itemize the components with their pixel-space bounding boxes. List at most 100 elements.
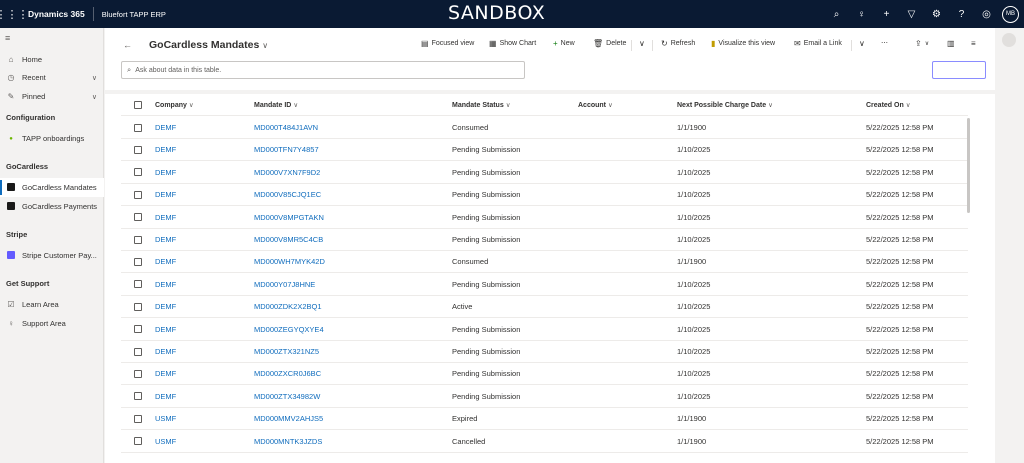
table-cell[interactable]: MD000V85CJQ1EC [254, 190, 321, 199]
row-checkbox[interactable] [134, 257, 142, 266]
table-row[interactable]: DEMF MD000ZEGYQXYE4 Pending Submission 1/10… [121, 319, 968, 341]
table-cell[interactable]: MD000TFN7Y4857 [254, 145, 319, 154]
table-cell[interactable]: MD000MMV2AHJS5 [254, 414, 323, 423]
table-cell[interactable]: DEMF [155, 190, 176, 199]
edit-filters-button[interactable]: ≡ [971, 39, 979, 48]
chevron-down-icon[interactable]: ∨ [262, 41, 268, 50]
sidebar-item-learn-area[interactable]: ☑ Learn Area [0, 295, 104, 314]
table-cell[interactable]: DEMF [155, 392, 176, 401]
row-checkbox[interactable] [134, 302, 142, 311]
table-row[interactable]: DEMF MD000ZTX34982W Pending Submission 1/10… [121, 386, 968, 408]
table-cell[interactable]: DEMF [155, 145, 176, 154]
table-row[interactable]: DEMF MD000ZTX321NZ5 Pending Submission 1/10… [121, 341, 968, 363]
brand-name[interactable]: Dynamics 365 [28, 7, 94, 21]
column-header-mandate-id[interactable]: Mandate ID ∨ [254, 101, 298, 109]
column-header-created-on[interactable]: Created On ∨ [866, 101, 911, 109]
table-cell[interactable]: DEMF [155, 369, 176, 378]
table-row[interactable]: DEMF MD000TFN7Y4857 Pending Submission 1/10… [121, 139, 968, 162]
sidebar-item-gocardless-payments[interactable]: GoCardless Payments [0, 197, 104, 216]
sidebar-item-stripe-customer-payments[interactable]: Stripe Customer Pay... [0, 246, 104, 265]
table-cell[interactable]: DEMF [155, 213, 176, 222]
email-link-button[interactable]: ✉ Email a Link [794, 39, 842, 48]
edit-columns-button[interactable]: ▥ [947, 39, 958, 48]
table-cell[interactable]: MD000WH7MYK42D [254, 257, 325, 266]
share-button[interactable]: ⇪ ∨ [915, 39, 932, 48]
table-cell[interactable]: MD000Y07J8HNE [254, 280, 315, 289]
table-row[interactable]: DEMF MD000Y07J8HNE Pending Submission 1/10/… [121, 274, 968, 296]
app-name[interactable]: Bluefort TAPP ERP [102, 10, 166, 19]
row-checkbox[interactable] [134, 123, 142, 132]
table-cell[interactable]: DEMF [155, 123, 176, 132]
table-row[interactable]: DEMF MD000V85CJQ1EC Pending Submission 1/10… [121, 184, 968, 207]
row-checkbox[interactable] [134, 145, 142, 154]
help-icon[interactable]: ? [949, 9, 974, 20]
avatar[interactable]: MB [1002, 5, 1019, 23]
table-cell[interactable]: MD000MNTK3JZDS [254, 437, 322, 446]
vertical-scrollbar[interactable] [967, 118, 970, 213]
table-cell[interactable]: DEMF [155, 235, 176, 244]
sidebar-item-tapp-onboardings[interactable]: ● TAPP onboardings [0, 129, 104, 148]
filter-by-keyword-input[interactable] [932, 61, 986, 79]
row-checkbox[interactable] [134, 369, 142, 378]
table-cell[interactable]: USMF [155, 437, 176, 446]
row-checkbox[interactable] [134, 347, 142, 356]
plus-icon[interactable]: + [874, 9, 899, 20]
table-cell[interactable]: DEMF [155, 302, 176, 311]
select-all-checkbox[interactable] [134, 100, 142, 109]
new-button[interactable]: + New [553, 39, 575, 48]
table-cell[interactable]: MD000V7XN7F9D2 [254, 168, 320, 177]
delete-dropdown[interactable]: ∨ [639, 39, 648, 48]
table-row[interactable]: DEMF MD000V7XN7F9D2 Pending Submission 1/10… [121, 162, 968, 184]
sidebar-item-gocardless-mandates[interactable]: GoCardless Mandates [0, 178, 104, 197]
table-cell[interactable]: MD000T484J1AVN [254, 123, 318, 132]
back-arrow-icon[interactable]: ← [123, 40, 132, 50]
visualize-button[interactable]: ▮ Visualize this view [711, 39, 775, 48]
hamburger-icon[interactable]: ≡ [5, 33, 10, 43]
gear-icon[interactable]: ⚙ [924, 9, 949, 20]
row-checkbox[interactable] [134, 414, 142, 423]
table-cell[interactable]: MD000V8MPGTAKN [254, 213, 324, 222]
table-row[interactable]: DEMF MD000ZDK2X2BQ1 Active 1/10/2025 5/22/20… [121, 296, 968, 319]
table-cell[interactable]: USMF [155, 414, 176, 423]
row-checkbox[interactable] [134, 280, 142, 289]
show-chart-button[interactable]: ▦ Show Chart [489, 39, 536, 48]
row-checkbox[interactable] [134, 437, 142, 446]
table-row[interactable]: DEMF MD000ZXCR0J6BC Pending Submission 1/10… [121, 363, 968, 386]
row-checkbox[interactable] [134, 213, 142, 222]
copilot-icon[interactable]: ◎ [974, 9, 999, 20]
app-launcher-icon[interactable]: ⋮⋮⋮ [0, 8, 29, 21]
filter-icon[interactable]: ▽ [899, 9, 924, 20]
side-pane-button[interactable] [1002, 33, 1016, 47]
sidebar-item-support-area[interactable]: ♀ Support Area [0, 314, 104, 333]
row-checkbox[interactable] [134, 325, 142, 334]
table-cell[interactable]: DEMF [155, 168, 176, 177]
table-cell[interactable]: DEMF [155, 325, 176, 334]
refresh-button[interactable]: ↻ Refresh [661, 39, 695, 48]
column-header-mandate-status[interactable]: Mandate Status ∨ [452, 101, 511, 109]
table-row[interactable]: DEMF MD000V8MPGTAKN Pending Submission 1/10… [121, 207, 968, 229]
sidebar-item-recent[interactable]: ◷ Recent ∨ [0, 68, 104, 87]
sidebar-item-pinned[interactable]: ✎ Pinned ∨ [0, 87, 104, 106]
table-cell[interactable]: MD000ZDK2X2BQ1 [254, 302, 322, 311]
table-cell[interactable]: MD000ZTX34982W [254, 392, 320, 401]
table-cell[interactable]: MD000ZXCR0J6BC [254, 369, 321, 378]
table-row[interactable]: DEMF MD000WH7MYK42D Consumed 1/1/1900 5/22/2… [121, 251, 968, 274]
table-row[interactable]: DEMF MD000V8MR5C4CB Pending Submission 1/10… [121, 229, 968, 251]
page-title[interactable]: GoCardless Mandates ∨ [149, 39, 268, 51]
lightbulb-icon[interactable]: ♀ [849, 9, 874, 20]
table-cell[interactable]: DEMF [155, 280, 176, 289]
focused-view-button[interactable]: ▤ Focused view [421, 39, 474, 48]
email-dropdown[interactable]: ∨ [859, 39, 868, 48]
row-checkbox[interactable] [134, 235, 142, 244]
column-header-company[interactable]: Company ∨ [155, 101, 194, 109]
table-cell[interactable]: MD000ZEGYQXYE4 [254, 325, 324, 334]
table-cell[interactable]: MD000V8MR5C4CB [254, 235, 323, 244]
table-row[interactable]: USMF MD000MMV2AHJS5 Expired 1/1/1900 5/22/20… [121, 408, 968, 431]
table-row[interactable]: USMF MD000MNTK3JZDS Cancelled 1/1/1900 5/22/… [121, 431, 968, 453]
column-header-account[interactable]: Account ∨ [578, 101, 613, 109]
sidebar-item-home[interactable]: ⌂ Home [0, 50, 104, 69]
search-icon[interactable]: ⌕ [824, 9, 849, 20]
row-checkbox[interactable] [134, 190, 142, 199]
row-checkbox[interactable] [134, 168, 142, 177]
table-cell[interactable]: DEMF [155, 257, 176, 266]
